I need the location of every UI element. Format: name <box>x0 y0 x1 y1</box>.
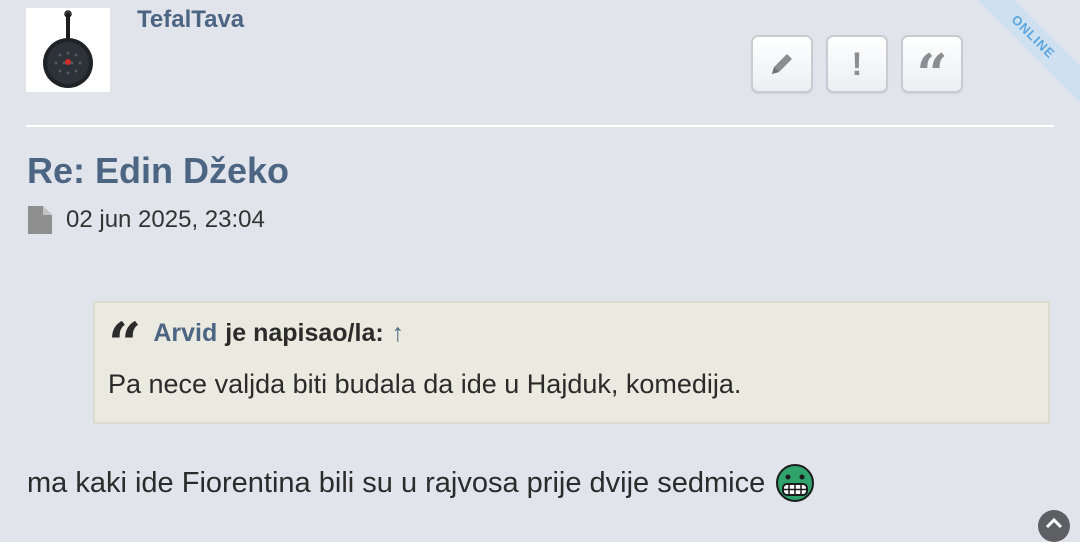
quote-author[interactable]: Arvid <box>153 319 217 348</box>
quote-jump-link[interactable]: ↑ <box>392 319 405 348</box>
report-button[interactable]: ! <box>826 35 888 93</box>
post-author-username[interactable]: TefalTava <box>137 6 244 34</box>
frying-pan-icon <box>43 10 93 88</box>
avatar[interactable] <box>26 8 110 92</box>
post-body: ma kaki ide Fiorentina bili su u rajvosa… <box>27 463 815 503</box>
quote-mark-icon: “ <box>108 315 142 349</box>
scroll-to-top-button[interactable] <box>1038 510 1070 542</box>
post-meta: 02 jun 2025, 23:04 <box>28 206 265 234</box>
grin-smiley-icon <box>776 464 815 502</box>
post-date: 02 jun 2025, 23:04 <box>66 206 265 233</box>
document-icon[interactable] <box>28 206 52 234</box>
online-ribbon: ONLINE <box>970 0 1080 110</box>
quote-button[interactable]: “ <box>901 35 963 101</box>
quote-wrote-label: je napisao/la: <box>225 318 384 347</box>
online-label: ONLINE <box>970 0 1080 110</box>
divider <box>26 125 1054 127</box>
chevron-up-icon <box>1045 517 1063 529</box>
exclamation-icon: ! <box>851 45 863 82</box>
post-body-text: ma kaki ide Fiorentina bili su u rajvosa… <box>27 466 766 499</box>
post-title[interactable]: Re: Edin Džeko <box>27 150 289 192</box>
pencil-icon <box>772 54 792 74</box>
edit-button[interactable] <box>751 35 813 93</box>
quote-header: “ Arvid je napisao/la: ↑ <box>108 315 405 349</box>
quote-icon: “ <box>916 42 948 106</box>
quote-text: Pa nece valjda biti budala da ide u Hajd… <box>108 369 742 399</box>
quote-block: “ Arvid je napisao/la: ↑ Pa nece valjda … <box>93 301 1050 424</box>
